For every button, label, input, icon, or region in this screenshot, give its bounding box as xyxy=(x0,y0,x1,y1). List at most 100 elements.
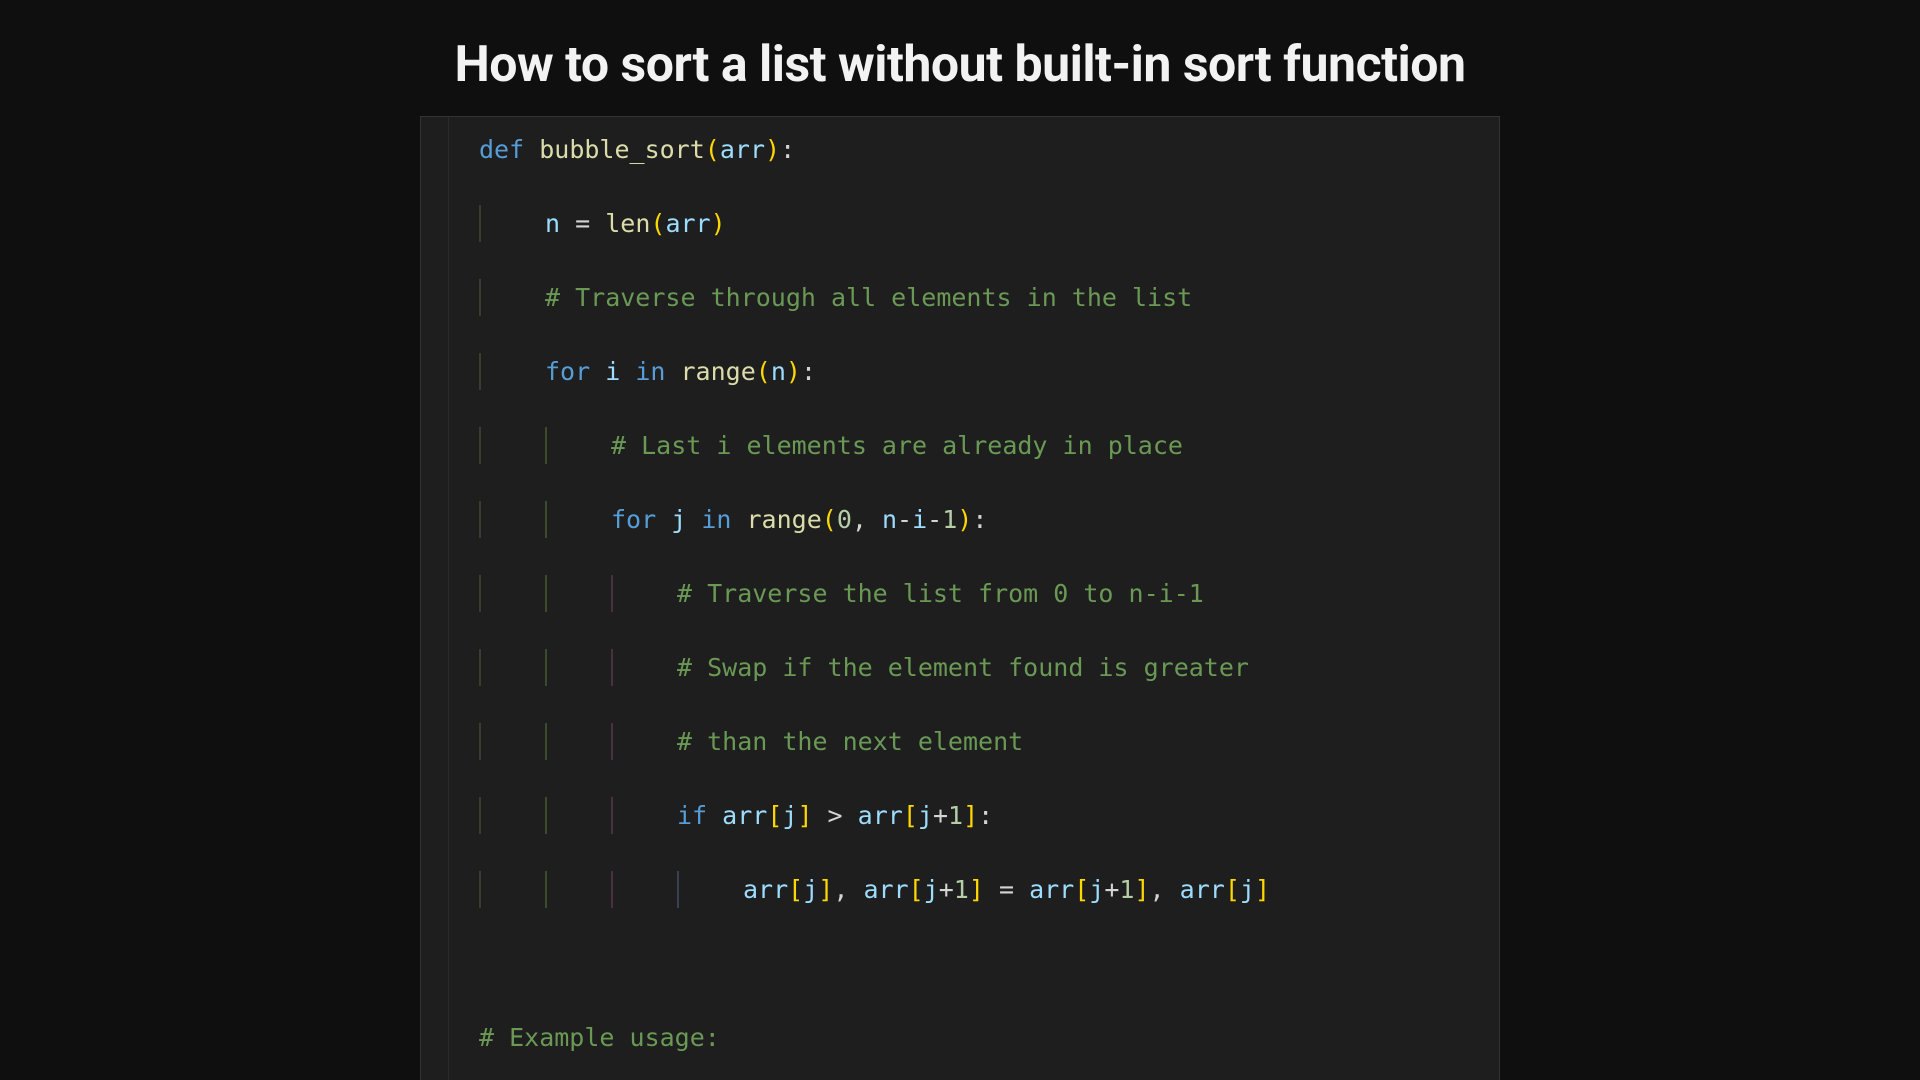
code-token: ) xyxy=(711,209,726,238)
code-token: arr xyxy=(858,801,903,830)
code-token xyxy=(479,949,494,978)
code-token: ( xyxy=(650,209,665,238)
code-token: ] xyxy=(797,801,812,830)
code-token: - xyxy=(927,505,942,534)
code-line: if arr[j] > arr[j+1]: xyxy=(479,797,1499,834)
code-token: j xyxy=(1089,875,1104,904)
code-token: 1 xyxy=(948,801,963,830)
code-body[interactable]: def bubble_sort(arr): n = len(arr) # Tra… xyxy=(479,131,1499,1080)
indent-guide xyxy=(545,501,547,538)
slide-root: How to sort a list without built-in sort… xyxy=(0,0,1920,1080)
code-token: n xyxy=(882,505,897,534)
code-token: # Traverse the list from 0 to n-i-1 xyxy=(677,579,1204,608)
code-token: n xyxy=(545,209,575,238)
code-token: j xyxy=(918,801,933,830)
code-token: [ xyxy=(1225,875,1240,904)
cell-gutter xyxy=(421,117,449,1080)
code-token: 0 xyxy=(837,505,852,534)
code-token: # Last i elements are already in place xyxy=(611,431,1183,460)
notebook-cell: def bubble_sort(arr): n = len(arr) # Tra… xyxy=(420,116,1500,1080)
code-token: > xyxy=(813,801,858,830)
code-token: # Swap if the element found is greater xyxy=(677,653,1249,682)
indent-guide xyxy=(479,797,481,834)
code-token: arr xyxy=(1029,875,1074,904)
indent-guide xyxy=(479,427,481,464)
code-token: : xyxy=(780,135,795,164)
code-token: ] xyxy=(1255,875,1270,904)
code-line: n = len(arr) xyxy=(479,205,1499,242)
indent-guide xyxy=(479,723,481,760)
code-token: range xyxy=(680,357,755,386)
code-token: if xyxy=(677,801,722,830)
code-token: : xyxy=(978,801,993,830)
code-line: # Swap if the element found is greater xyxy=(479,649,1499,686)
code-token: ] xyxy=(818,875,833,904)
code-token: [ xyxy=(909,875,924,904)
code-line: # Traverse through all elements in the l… xyxy=(479,279,1499,316)
code-token: j xyxy=(1240,875,1255,904)
code-token: len xyxy=(605,209,650,238)
code-token: [ xyxy=(1074,875,1089,904)
indent-guide xyxy=(479,279,481,316)
indent-guide xyxy=(479,205,481,242)
code-line: for i in range(n): xyxy=(479,353,1499,390)
code-token: , xyxy=(833,875,863,904)
code-line: # Last i elements are already in place xyxy=(479,427,1499,464)
indent-guide xyxy=(545,871,547,908)
indent-guide xyxy=(479,501,481,538)
code-token: ) xyxy=(765,135,780,164)
code-token: 1 xyxy=(942,505,957,534)
code-token: , xyxy=(1150,875,1180,904)
code-line xyxy=(479,945,1499,982)
code-token: ) xyxy=(786,357,801,386)
code-token: range xyxy=(746,505,821,534)
page-title: How to sort a list without built-in sort… xyxy=(454,36,1465,94)
indent-guide xyxy=(611,871,613,908)
indent-guide xyxy=(479,575,481,612)
code-token: j xyxy=(782,801,797,830)
code-token: arr xyxy=(720,135,765,164)
code-token: 1 xyxy=(1119,875,1134,904)
code-token: - xyxy=(897,505,912,534)
code-token: bubble_sort xyxy=(539,135,705,164)
code-cell[interactable]: def bubble_sort(arr): n = len(arr) # Tra… xyxy=(421,117,1499,1080)
code-token: 1 xyxy=(954,875,969,904)
code-token: in xyxy=(701,505,746,534)
code-token: ( xyxy=(756,357,771,386)
code-line: for j in range(0, n-i-1): xyxy=(479,501,1499,538)
indent-guide xyxy=(611,649,613,686)
indent-guide xyxy=(545,723,547,760)
indent-guide xyxy=(479,353,481,390)
indent-guide xyxy=(611,575,613,612)
code-token: arr xyxy=(1180,875,1225,904)
indent-guide xyxy=(545,649,547,686)
code-token: in xyxy=(635,357,680,386)
code-token: j xyxy=(671,505,701,534)
code-token: ( xyxy=(705,135,720,164)
code-token: + xyxy=(939,875,954,904)
code-token: ] xyxy=(969,875,984,904)
indent-guide xyxy=(479,871,481,908)
code-line: def bubble_sort(arr): xyxy=(479,131,1499,168)
code-token: # than the next element xyxy=(677,727,1023,756)
indent-guide xyxy=(545,797,547,834)
code-token: i xyxy=(605,357,635,386)
code-line: # Example usage: xyxy=(479,1019,1499,1056)
code-token: n xyxy=(771,357,786,386)
code-token: j xyxy=(924,875,939,904)
indent-guide xyxy=(545,427,547,464)
code-token: ) xyxy=(957,505,972,534)
code-line: arr[j], arr[j+1] = arr[j+1], arr[j] xyxy=(479,871,1499,908)
code-token: arr xyxy=(863,875,908,904)
code-line: # Traverse the list from 0 to n-i-1 xyxy=(479,575,1499,612)
indent-guide xyxy=(545,575,547,612)
code-token: arr xyxy=(665,209,710,238)
indent-guide xyxy=(611,723,613,760)
code-line: # than the next element xyxy=(479,723,1499,760)
indent-guide xyxy=(479,649,481,686)
code-token: = xyxy=(984,875,1029,904)
code-token: : xyxy=(972,505,987,534)
code-token: i xyxy=(912,505,927,534)
indent-guide xyxy=(677,871,679,908)
code-token: + xyxy=(1104,875,1119,904)
